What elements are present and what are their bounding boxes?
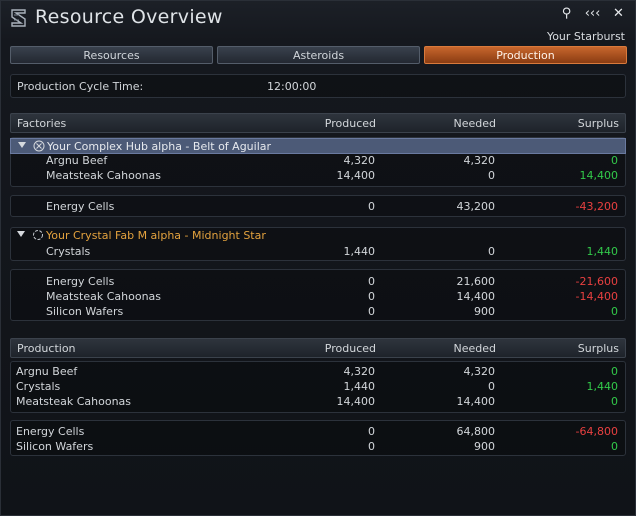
window-subtitle: Your Starburst — [546, 30, 625, 43]
table-row[interactable]: Silicon Wafers 0 900 0 — [10, 305, 626, 320]
table-row[interactable]: Meatsteak Cahoonas 14,400 0 14,400 — [10, 169, 626, 184]
tab-asteroids[interactable]: Asteroids — [217, 46, 420, 64]
table-row[interactable]: Meatsteak Cahoonas 14,400 14,400 0 — [10, 395, 626, 410]
table-row[interactable]: Argnu Beef 4,320 4,320 0 — [10, 154, 626, 169]
factory-group-row[interactable]: Your Crystal Fab M alpha - Midnight Star — [10, 228, 626, 244]
search-icon[interactable]: ⚲ — [558, 6, 575, 21]
resource-overview-window: Resource Overview ⚲ ‹‹‹ ✕ Your Starburst… — [0, 0, 636, 516]
surplus-value: 14,400 — [579, 169, 619, 182]
table-row[interactable]: Argnu Beef 4,320 4,320 0 — [10, 365, 626, 380]
app-logo-icon — [11, 9, 26, 27]
surplus-value: -64,800 — [575, 425, 618, 438]
table-row[interactable]: Crystals 1,440 0 1,440 — [10, 380, 626, 395]
production-header: Production Produced Needed Surplus — [10, 338, 626, 358]
production-cycle-panel: Production Cycle Time: 12:00:00 — [10, 74, 626, 98]
factory-name: Your Crystal Fab M alpha - Midnight Star — [46, 229, 266, 242]
factory-name: Your Complex Hub alpha - Belt of Aguilar — [47, 140, 272, 153]
cycle-value: 12:00:00 — [267, 80, 317, 93]
col-surplus[interactable]: Surplus — [11, 117, 619, 130]
window-title: Resource Overview — [35, 6, 223, 28]
tab-resources[interactable]: Resources — [10, 46, 213, 64]
expand-arrow-icon[interactable] — [17, 231, 25, 237]
table-row[interactable]: Crystals 1,440 0 1,440 — [10, 245, 626, 260]
table-row[interactable]: Silicon Wafers 0 900 0 — [10, 440, 626, 455]
table-row[interactable]: Energy Cells 0 21,600 -21,600 — [10, 275, 626, 290]
tab-production[interactable]: Production — [424, 46, 627, 64]
close-icon[interactable]: ✕ — [610, 6, 627, 21]
collapse-icon[interactable]: ‹‹‹ — [584, 6, 601, 21]
cycle-label: Production Cycle Time: — [17, 80, 144, 93]
tab-bar: Resources Asteroids Production — [10, 46, 627, 64]
surplus-value: -43,200 — [575, 200, 618, 213]
complex-hub-icon — [33, 140, 45, 152]
factory-group-row[interactable]: Your Complex Hub alpha - Belt of Aguilar — [10, 138, 626, 154]
expand-arrow-icon[interactable] — [18, 142, 26, 148]
surplus-value: -21,600 — [575, 275, 618, 288]
col-surplus[interactable]: Surplus — [11, 342, 619, 355]
surplus-value: 0 — [611, 154, 618, 167]
surplus-value: 1,440 — [586, 245, 619, 258]
title-bar[interactable]: Resource Overview ⚲ ‹‹‹ ✕ Your Starburst — [1, 1, 635, 43]
surplus-value: 0 — [611, 440, 618, 453]
crystal-fab-icon — [33, 230, 43, 240]
factories-header: Factories Produced Needed Surplus — [10, 113, 626, 133]
table-row[interactable]: Meatsteak Cahoonas 0 14,400 -14,400 — [10, 290, 626, 305]
surplus-value: 0 — [611, 305, 618, 318]
table-row[interactable]: Energy Cells 0 43,200 -43,200 — [10, 200, 626, 215]
surplus-value: 0 — [611, 395, 618, 408]
surplus-value: 1,440 — [586, 380, 619, 393]
table-row[interactable]: Energy Cells 0 64,800 -64,800 — [10, 425, 626, 440]
surplus-value: -14,400 — [575, 290, 618, 303]
surplus-value: 0 — [611, 365, 618, 378]
